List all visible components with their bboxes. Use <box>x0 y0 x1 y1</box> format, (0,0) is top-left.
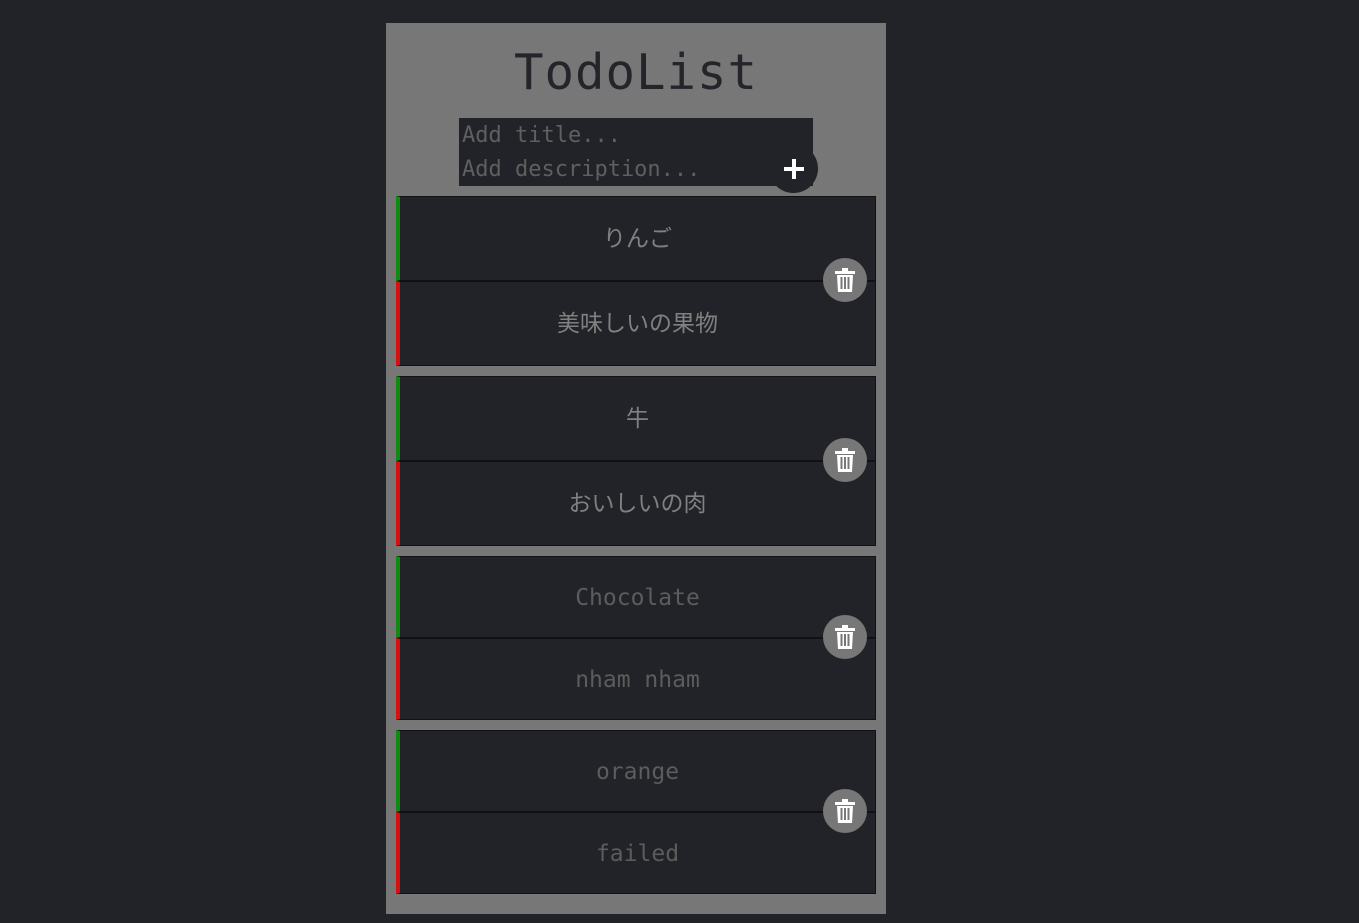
trash-icon <box>835 268 855 292</box>
plus-icon <box>783 158 804 179</box>
todo-description: failed <box>396 812 876 894</box>
trash-icon <box>835 625 855 649</box>
delete-todo-button[interactable] <box>823 438 867 482</box>
todo-item: りんご 美味しいの果物 <box>396 196 876 366</box>
add-todo-form <box>459 118 813 186</box>
description-input[interactable] <box>459 152 809 186</box>
todo-item: 牛 おいしいの肉 <box>396 376 876 546</box>
trash-icon <box>835 448 855 472</box>
add-todo-button[interactable] <box>769 144 818 193</box>
delete-todo-button[interactable] <box>823 615 867 659</box>
todo-title: りんご <box>396 196 876 281</box>
trash-icon <box>835 799 855 823</box>
todo-title: Chocolate <box>396 556 876 638</box>
todo-description: nham nham <box>396 638 876 720</box>
todo-description-text: nham nham <box>575 667 700 693</box>
todo-title-text: Chocolate <box>575 585 700 611</box>
title-input[interactable] <box>459 118 809 152</box>
todo-title-text: 牛 <box>626 406 649 432</box>
todo-description: おいしいの肉 <box>396 461 876 546</box>
todo-title-text: りんご <box>603 226 672 252</box>
todo-panel: TodoList りんご 美味しいの果物 <box>386 23 886 914</box>
todo-description: 美味しいの果物 <box>396 281 876 366</box>
app-title: TodoList <box>513 44 758 101</box>
todo-description-text: failed <box>595 841 680 867</box>
todo-description-text: おいしいの肉 <box>568 491 707 517</box>
todo-title: 牛 <box>396 376 876 461</box>
todo-title-text: orange <box>595 759 680 785</box>
todo-description-text: 美味しいの果物 <box>557 311 718 337</box>
todo-title: orange <box>396 730 876 812</box>
todo-item: Chocolate nham nham <box>396 556 876 720</box>
todo-item: orange failed <box>396 730 876 894</box>
delete-todo-button[interactable] <box>823 258 867 302</box>
delete-todo-button[interactable] <box>823 789 867 833</box>
